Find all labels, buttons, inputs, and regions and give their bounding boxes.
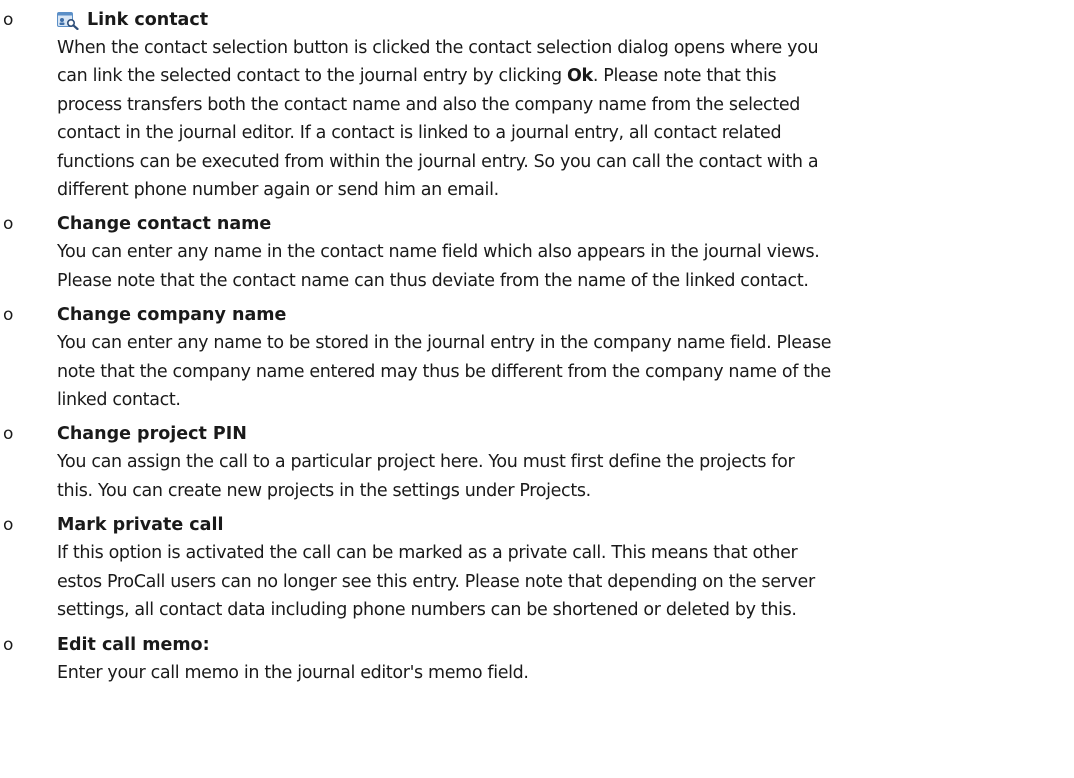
list-bullet: o	[3, 424, 14, 445]
list-bullet: o	[3, 305, 14, 326]
list-bullet: o	[3, 214, 14, 235]
list-item-change-company-name: o Change company name You can enter any …	[0, 301, 1074, 414]
item-title: Change company name	[57, 305, 287, 326]
list-bullet: o	[3, 10, 14, 30]
list-bullet: o	[3, 634, 14, 655]
document-list: o Link contact When the contact selectio…	[0, 0, 1074, 687]
item-title: Change contact name	[57, 214, 272, 235]
item-description: You can enter any name to be stored in t…	[57, 333, 832, 411]
list-item-link-contact: o Link contact When the contact selectio…	[0, 6, 1074, 204]
desc-text-after: . Please note that this process transfer…	[57, 66, 819, 201]
item-title: Link contact	[57, 6, 1060, 34]
ok-keyword: Ok	[567, 66, 593, 87]
item-title: Mark private call	[57, 515, 224, 536]
item-description: If this option is activated the call can…	[57, 543, 815, 621]
item-title-text: Link contact	[87, 10, 209, 30]
list-item-change-contact-name: o Change contact name You can enter any …	[0, 210, 1074, 295]
list-bullet: o	[3, 515, 14, 536]
list-item-mark-private-call: o Mark private call If this option is ac…	[0, 511, 1074, 624]
item-description: You can enter any name in the contact na…	[57, 242, 820, 291]
contact-link-icon	[57, 11, 79, 31]
item-title: Edit call memo:	[57, 634, 210, 655]
item-description: You can assign the call to a particular …	[57, 452, 795, 501]
list-item-change-project-pin: o Change project PIN You can assign the …	[0, 420, 1074, 505]
item-title: Change project PIN	[57, 424, 247, 445]
item-description: When the contact selection button is cli…	[57, 34, 1060, 204]
list-item-edit-call-memo: o Edit call memo: Enter your call memo i…	[0, 631, 1074, 687]
item-description: Enter your call memo in the journal edit…	[57, 662, 529, 683]
